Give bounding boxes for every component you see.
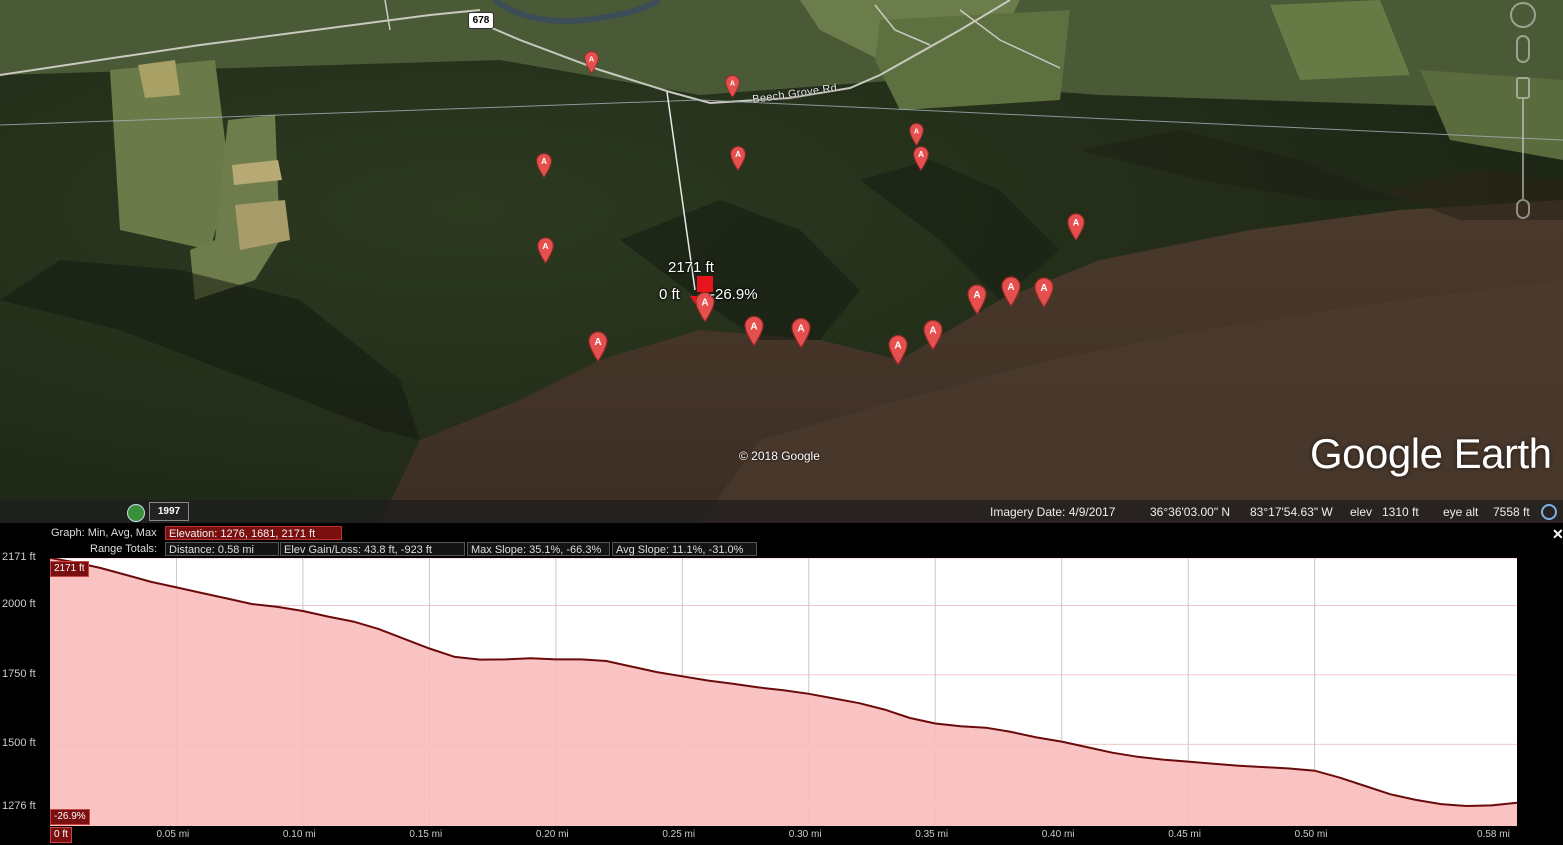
probe-elevation-label: 2171 ft	[668, 259, 714, 276]
map-view[interactable]: 678 Beech Grove Rd A A A A A A A A A A A…	[0, 0, 1563, 523]
svg-text:A: A	[929, 326, 936, 337]
svg-text:A: A	[735, 150, 741, 159]
svg-text:A: A	[918, 150, 924, 159]
historical-imagery-icon[interactable]	[127, 504, 145, 522]
x-tick-label: 0.10 mi	[282, 829, 316, 840]
graph-label-text: Graph:	[51, 527, 85, 539]
street-view-icon	[1516, 35, 1530, 63]
placemark-pin[interactable]: A	[1033, 276, 1055, 308]
placemark-pin[interactable]: A	[922, 318, 944, 351]
end-distance-label: 0.58 mi	[1477, 829, 1510, 840]
x-tick-label: 0.45 mi	[1168, 829, 1201, 840]
elevation-profile-chart[interactable]	[50, 558, 1517, 826]
status-bar: Imagery Date: 4/9/2017 36°36'03.00" N 83…	[0, 500, 1563, 523]
slope-tag: -26.9%	[50, 809, 90, 825]
zero-distance-tag: 0 ft	[50, 827, 72, 843]
y-tick-label: 1276 ft	[2, 799, 36, 812]
svg-text:A: A	[750, 322, 757, 333]
elev-label: elev	[1350, 505, 1373, 519]
svg-text:A: A	[1073, 218, 1080, 228]
elev-value: 1310 ft	[1382, 505, 1419, 519]
placemark-pin[interactable]: A	[1000, 275, 1022, 307]
eye-alt-label: eye alt	[1443, 505, 1479, 519]
placemark-pin[interactable]: A	[966, 283, 988, 315]
svg-text:A: A	[542, 241, 548, 251]
imagery-date: Imagery Date: 4/9/2017	[990, 505, 1116, 519]
y-tick-label: 2171 ft	[2, 551, 36, 563]
close-profile-button[interactable]: ✕	[1552, 526, 1563, 543]
placemark-pin[interactable]: A	[908, 122, 925, 146]
placemark-pin[interactable]: A	[587, 329, 609, 363]
y-tick-label: 1500 ft	[2, 737, 36, 750]
placemark-pin[interactable]: A	[724, 74, 741, 98]
placemark-pin[interactable]: A	[535, 152, 553, 178]
svg-text:A: A	[541, 157, 547, 166]
svg-text:A: A	[594, 337, 601, 348]
placemark-pin[interactable]: A	[1066, 212, 1086, 241]
imagery-year-button[interactable]: 1997	[149, 502, 189, 521]
probe-distance-label: 0 ft	[659, 286, 680, 303]
svg-text:A: A	[1040, 283, 1047, 294]
graph-modes[interactable]: Min, Avg, Max	[88, 527, 157, 539]
x-tick-label: 0.30 mi	[788, 829, 822, 840]
placemark-pin[interactable]: A	[729, 145, 747, 171]
range-totals-label: Range Totals:	[90, 543, 158, 555]
distance-stat: Distance: 0.58 mi	[165, 542, 279, 556]
placemark-pin[interactable]: A	[790, 316, 812, 349]
zoom-out-icon	[1516, 199, 1530, 219]
placemark-pin[interactable]: A	[536, 236, 555, 264]
probe-slope-label: -26.9%	[710, 286, 758, 303]
top-value-tag: 2171 ft	[50, 561, 89, 577]
streaming-globe-icon[interactable]	[1541, 504, 1557, 520]
navigation-controls[interactable]	[1508, 0, 1538, 230]
copyright-text: © 2018 Google	[739, 449, 820, 463]
longitude: 83°17'54.63" W	[1250, 505, 1333, 519]
zoom-in-icon	[1516, 77, 1530, 99]
svg-text:A: A	[701, 298, 708, 309]
svg-text:A: A	[973, 290, 980, 301]
x-tick-label: 0.35 mi	[915, 829, 949, 840]
avg-slope-stat: Avg Slope: 11.1%, -31.0%	[612, 542, 757, 556]
latitude: 36°36'03.00" N	[1150, 505, 1231, 519]
svg-text:A: A	[914, 126, 920, 135]
svg-text:A: A	[1007, 282, 1014, 293]
x-tick-label: 0.40 mi	[1041, 829, 1075, 840]
graph-label: Graph: Min, Avg, Max	[51, 527, 157, 539]
y-tick-label: 2000 ft	[2, 598, 36, 611]
google-earth-logo: Google Earth	[1310, 430, 1552, 477]
x-tick-label: 0.20 mi	[535, 829, 569, 840]
x-tick-label: 0.25 mi	[662, 829, 696, 840]
x-tick-label: 0.05 mi	[156, 829, 190, 840]
placemark-pin[interactable]: A	[743, 314, 765, 347]
placemark-pin[interactable]: A	[583, 50, 600, 74]
placemark-pin[interactable]: A	[887, 333, 909, 366]
svg-text:A: A	[589, 54, 595, 63]
max-slope-stat: Max Slope: 35.1%, -66.3%	[467, 542, 610, 556]
svg-text:A: A	[730, 78, 736, 87]
elev-gain-loss-stat: Elev Gain/Loss: 43.8 ft, -923 ft	[280, 542, 465, 556]
x-tick-label: 0.50 mi	[1294, 829, 1328, 840]
compass-icon	[1510, 2, 1536, 28]
svg-text:A: A	[797, 324, 804, 335]
svg-text:A: A	[894, 341, 901, 352]
elevation-stat: Elevation: 1276, 1681, 2171 ft	[165, 526, 342, 540]
x-tick-label: 0.15 mi	[409, 829, 443, 840]
eye-alt-value: 7558 ft	[1493, 505, 1530, 519]
placemark-pin[interactable]: A	[912, 145, 930, 171]
y-tick-label: 1750 ft	[2, 667, 36, 680]
route-shield: 678	[468, 12, 494, 29]
